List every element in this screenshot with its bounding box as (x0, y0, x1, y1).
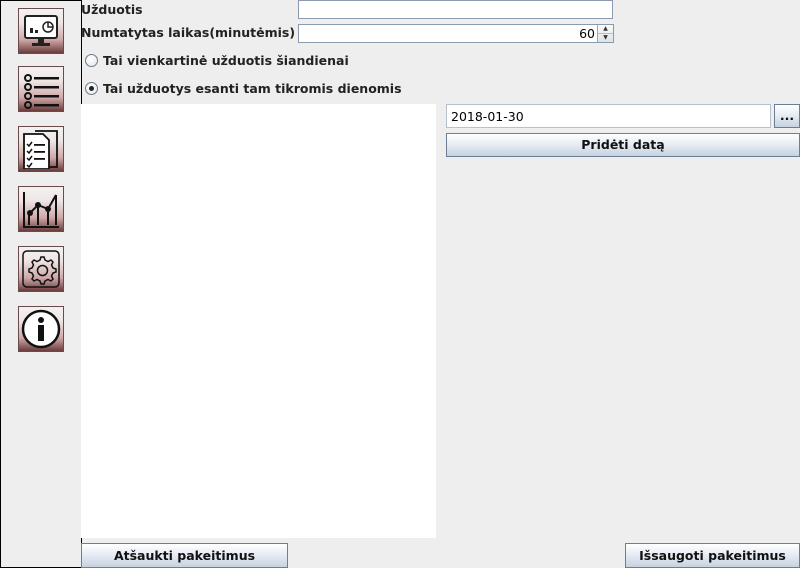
date-input[interactable] (447, 105, 770, 127)
time-input[interactable] (299, 25, 613, 42)
radio-days-option[interactable]: Tai užduotys esanti tam tikromis dienomi… (85, 80, 402, 96)
time-spinner[interactable]: ▲ ▼ (298, 24, 614, 43)
date-field[interactable] (446, 104, 771, 128)
monitor-icon (24, 15, 58, 46)
sidebar-item-settings[interactable] (18, 246, 64, 292)
chart-icon (23, 192, 59, 228)
date-picker-button[interactable]: ... (774, 104, 800, 128)
add-date-button[interactable]: Pridėti datą (446, 133, 800, 157)
cancel-changes-button[interactable]: Atšaukti pakeitimus (81, 543, 288, 568)
task-label: Užduotis (81, 2, 143, 17)
radio-days-label: Tai užduotys esanti tam tikromis dienomi… (103, 80, 402, 96)
gear-icon (22, 250, 60, 288)
sidebar-item-checklist[interactable] (18, 126, 64, 172)
sidebar-item-tasks[interactable] (18, 66, 64, 112)
list-icon (24, 74, 59, 109)
spinner-arrows: ▲ ▼ (597, 25, 613, 42)
time-label: Numtatytas laikas(minutėmis) (81, 25, 296, 40)
radio-once-option[interactable]: Tai vienkartinė užduotis šiandienai (85, 52, 349, 68)
task-input[interactable] (299, 1, 612, 18)
save-changes-button[interactable]: Išsaugoti pakeitimus (625, 543, 800, 568)
sidebar-item-dashboard[interactable] (18, 8, 64, 54)
radio-once[interactable] (85, 53, 98, 67)
info-icon (21, 309, 61, 349)
checklist-documents-icon (23, 130, 58, 169)
radio-days[interactable] (85, 81, 98, 95)
radio-once-label: Tai vienkartinė užduotis šiandienai (103, 52, 349, 68)
sidebar-item-statistics[interactable] (18, 186, 64, 232)
sidebar (0, 0, 82, 568)
spinner-down-icon[interactable]: ▼ (598, 34, 613, 42)
task-field[interactable] (298, 0, 613, 19)
sidebar-item-info[interactable] (18, 306, 64, 352)
spinner-up-icon[interactable]: ▲ (598, 25, 613, 34)
dates-list[interactable] (81, 104, 436, 538)
